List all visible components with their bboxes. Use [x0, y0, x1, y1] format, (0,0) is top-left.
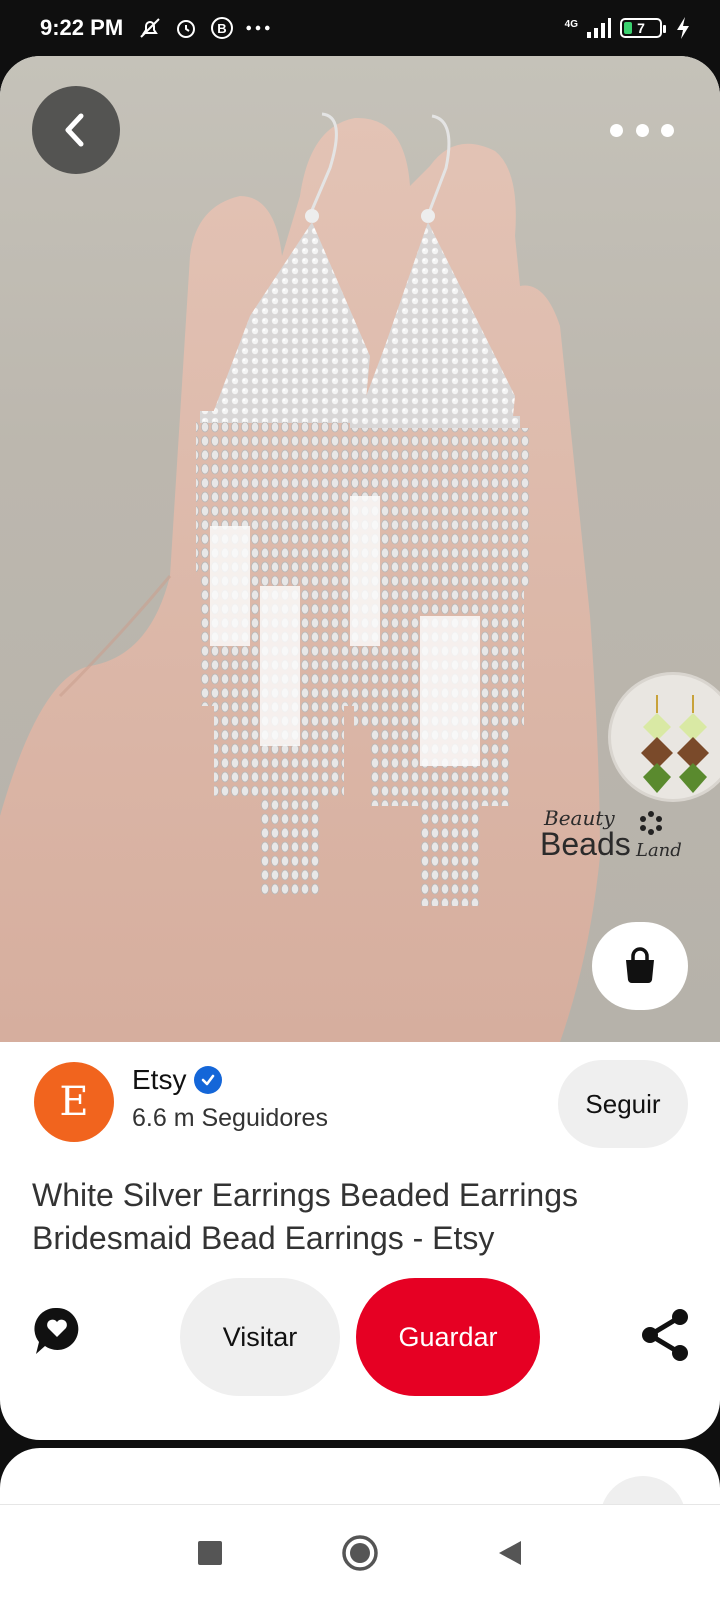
shopping-bag-icon — [626, 947, 654, 983]
battery-fill — [624, 22, 632, 34]
save-button[interactable]: Guardar — [356, 1278, 540, 1396]
creator-avatar[interactable]: E — [34, 1062, 114, 1142]
shop-button[interactable] — [592, 922, 688, 1010]
b-badge-icon: B — [209, 15, 235, 41]
signal-icon — [586, 15, 612, 41]
status-icons-right: 4G 7 — [565, 15, 696, 41]
earrings-photo — [0, 112, 600, 1042]
battery-icon: 7 — [620, 18, 666, 38]
status-time: 9:22 PM — [40, 15, 124, 40]
more-options-button[interactable] — [610, 112, 674, 148]
triangle-back-icon — [499, 1540, 521, 1565]
action-row: Visitar Guardar — [0, 1276, 720, 1396]
chevron-left-icon — [65, 113, 84, 147]
system-nav-bar — [0, 1504, 720, 1600]
square-icon — [198, 1540, 222, 1565]
more-dot — [661, 123, 674, 137]
status-bar: 9:22 PM B 4G 7 — [0, 0, 720, 56]
more-dots-icon — [245, 15, 271, 41]
screen: 9:22 PM B 4G 7 Beauty Beads Land E Etsy … — [0, 0, 720, 1600]
notifications-off-icon — [137, 15, 163, 41]
alarm-icon — [173, 15, 199, 41]
battery-level: 7 — [637, 20, 645, 36]
network-label: 4G — [564, 19, 578, 30]
share-button[interactable] — [640, 1308, 690, 1362]
back-nav-button[interactable] — [490, 1533, 530, 1573]
more-dot — [610, 123, 623, 137]
comment-heart-icon — [34, 1307, 79, 1354]
circle-home-icon — [342, 1534, 378, 1571]
recents-button[interactable] — [190, 1533, 230, 1573]
watermark-sub: Land — [636, 840, 682, 861]
status-icons-left: B — [137, 15, 271, 41]
creator-name: Etsy — [132, 1064, 187, 1095]
svg-text:B: B — [217, 21, 226, 36]
more-dot — [635, 123, 649, 137]
pin-image[interactable]: Beauty Beads Land — [0, 56, 720, 1042]
share-icon — [642, 1309, 688, 1361]
back-button[interactable] — [32, 86, 120, 174]
verified-icon — [194, 1066, 223, 1094]
flower-icon — [640, 811, 662, 835]
pin-card: Beauty Beads Land E Etsy 6.6 m Seguidore… — [0, 56, 720, 1440]
visit-button[interactable]: Visitar — [180, 1278, 340, 1396]
charging-icon — [670, 15, 696, 41]
comment-button[interactable] — [32, 1304, 82, 1360]
creator-row: E Etsy 6.6 m Seguidores Seguir — [0, 1042, 720, 1152]
home-button[interactable] — [340, 1533, 380, 1573]
creator-name-wrap[interactable]: Etsy — [132, 1064, 223, 1096]
pin-title: White Silver Earrings Beaded Earrings Br… — [32, 1177, 579, 1256]
follow-button[interactable]: Seguir — [558, 1060, 688, 1148]
watermark-logo: Beauty Beads Land — [540, 806, 690, 876]
watermark-main: Beads — [540, 826, 631, 862]
follower-count: 6.6 m Seguidores — [132, 1104, 328, 1132]
